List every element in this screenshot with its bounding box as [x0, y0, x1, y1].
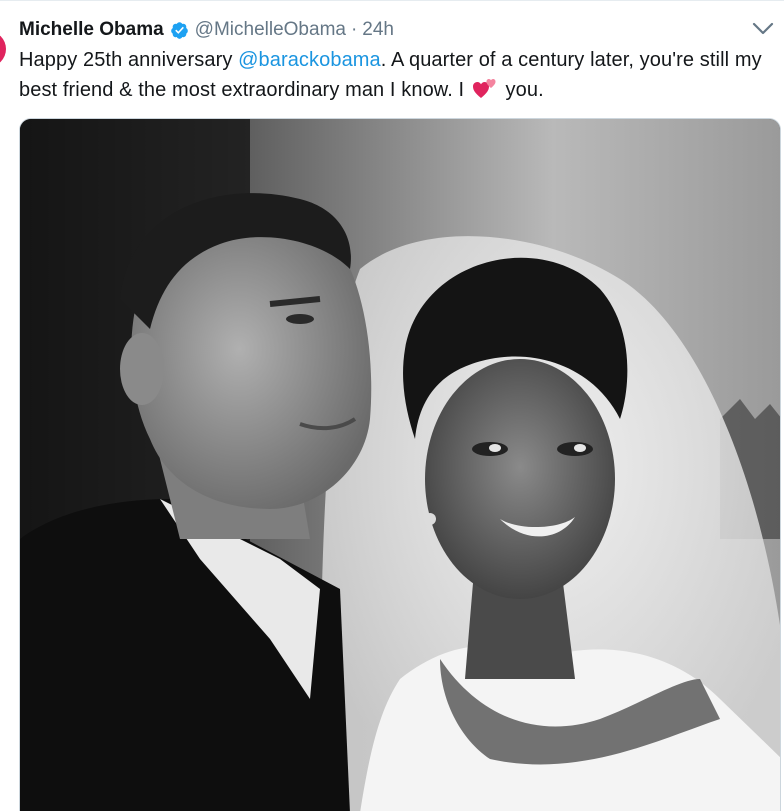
tweet: Michelle Obama @MichelleObama · 24h Happ…: [0, 0, 784, 811]
timestamp[interactable]: 24h: [362, 19, 394, 41]
two-hearts-icon: [472, 79, 496, 98]
display-name[interactable]: Michelle Obama: [19, 19, 164, 41]
verified-badge-icon: [170, 21, 188, 39]
wedding-photo-image: [20, 119, 780, 811]
tweet-text: Happy 25th anniversary @barackobama. A q…: [19, 45, 769, 105]
avatar[interactable]: [0, 31, 6, 67]
separator: ·: [350, 19, 358, 40]
chevron-down-icon[interactable]: [752, 21, 774, 37]
tweet-text-part: you.: [499, 79, 544, 101]
tweet-text-part: Happy 25th anniversary: [19, 49, 239, 71]
mention-link[interactable]: @barackobama: [238, 49, 381, 71]
tweet-photo[interactable]: [19, 118, 781, 811]
user-handle[interactable]: @MichelleObama: [195, 19, 346, 41]
tweet-header: Michelle Obama @MichelleObama · 24h: [19, 17, 784, 43]
